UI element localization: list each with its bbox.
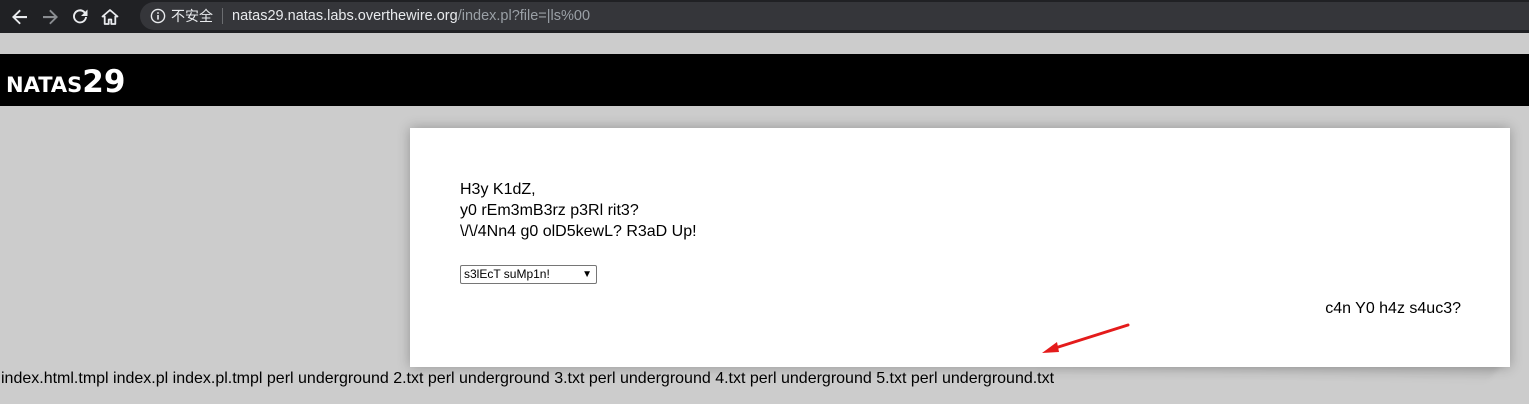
omnibox-divider (222, 8, 223, 24)
reload-button[interactable] (66, 3, 94, 31)
url-text[interactable]: natas29.natas.labs.overthewire.org/index… (232, 8, 590, 24)
home-button[interactable] (96, 3, 124, 31)
hack-prompt: c4n Y0 h4z s4uc3? (1325, 300, 1461, 317)
title-prefix: NATAS (6, 73, 83, 97)
content-panel: H3y K1dZ, y0 rEm3mB3rz p3Rl rit3? \/\/4N… (410, 128, 1510, 367)
back-button[interactable] (6, 3, 34, 31)
file-select-dropdown[interactable]: s3lEcT suMp1n! ▼ (460, 265, 597, 284)
url-path: /index.pl?file=|ls%00 (457, 8, 591, 24)
file-select-value: s3lEcT suMp1n! (464, 267, 550, 281)
title-number: 29 (82, 64, 126, 100)
file-listing-output: index.html.tmpl index.pl index.pl.tmpl p… (1, 370, 1055, 387)
page-title: NATAS29 (6, 64, 125, 100)
red-arrow-annotation (1042, 323, 1130, 353)
address-bar[interactable]: 不安全 natas29.natas.labs.overthewire.org/i… (140, 2, 1529, 30)
home-icon (101, 8, 119, 25)
message-line: H3y K1dZ, (460, 181, 536, 198)
info-icon[interactable] (150, 8, 166, 24)
arrow-left-icon (12, 9, 27, 24)
dropdown-arrow-icon: ▼ (582, 269, 592, 280)
intro-message: H3y K1dZ, y0 rEm3mB3rz p3Rl rit3? \/\/4N… (460, 179, 697, 242)
forward-button[interactable] (36, 3, 64, 31)
page-header: NATAS29 (0, 54, 1529, 106)
message-line: \/\/4Nn4 g0 olD5kewL? R3aD Up! (460, 223, 697, 240)
security-status-label[interactable]: 不安全 (171, 6, 213, 26)
reload-icon (73, 8, 88, 23)
arrow-right-icon (43, 9, 58, 24)
message-line: y0 rEm3mB3rz p3Rl rit3? (460, 202, 639, 219)
browser-toolbar: 不安全 natas29.natas.labs.overthewire.org/i… (0, 0, 1529, 33)
url-host: natas29.natas.labs.overthewire.org (232, 8, 458, 24)
